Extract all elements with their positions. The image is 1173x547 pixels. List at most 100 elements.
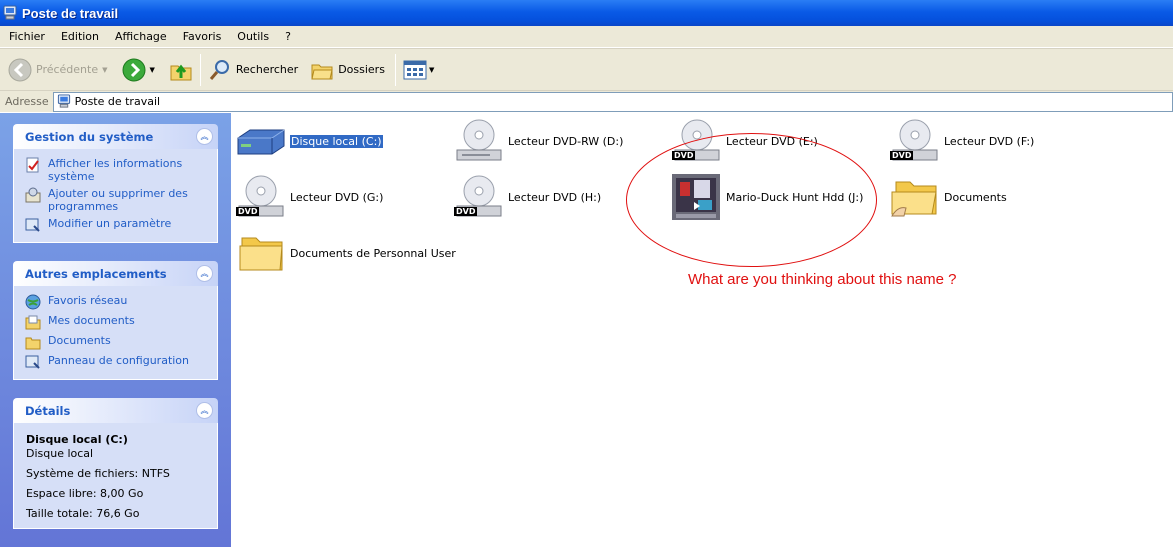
drive-item-g[interactable]: DVD Lecteur DVD (G:) — [236, 172, 383, 222]
dvd-drive-icon: DVD — [236, 172, 286, 222]
network-places-link[interactable]: Favoris réseau — [25, 294, 209, 310]
drive-label-c: Disque local (C:) — [289, 133, 384, 149]
shared-folder-icon — [891, 181, 937, 217]
views-dropdown-icon[interactable]: ▼ — [429, 66, 434, 74]
dvd-badge: DVD — [454, 207, 478, 216]
change-setting-label: Modifier un paramètre — [48, 217, 172, 230]
annotation-ellipse — [626, 133, 877, 267]
details-body: Disque local (C:) Disque local Système d… — [13, 423, 218, 529]
back-arrow-icon — [8, 58, 32, 81]
my-documents-icon — [25, 315, 41, 330]
menu-edition[interactable]: Edition — [52, 30, 106, 43]
back-label: Précédente — [36, 63, 99, 76]
up-folder-button[interactable] — [165, 52, 197, 88]
back-dropdown-icon[interactable]: ▼ — [102, 66, 107, 74]
details-header[interactable]: Détails ︽ — [13, 398, 218, 423]
folder-label-documents: Documents — [944, 190, 1007, 204]
drive-label-d: Lecteur DVD-RW (D:) — [508, 134, 624, 148]
documents-link[interactable]: Documents — [25, 334, 209, 350]
change-setting-link[interactable]: Modifier un paramètre — [25, 217, 209, 233]
drive-item-h[interactable]: DVD Lecteur DVD (H:) — [454, 172, 601, 222]
views-icon — [403, 60, 427, 79]
menu-favoris[interactable]: Favoris — [174, 30, 229, 43]
collapse-chevron-icon[interactable]: ︽ — [196, 128, 213, 145]
menu-help[interactable]: ? — [276, 30, 298, 43]
folder-icon — [25, 337, 41, 350]
task-pane: Gestion du système ︽ Afficher les inform… — [0, 113, 231, 547]
menu-outils[interactable]: Outils — [228, 30, 276, 43]
my-computer-icon — [57, 94, 70, 108]
system-tasks-title: Gestion du système — [25, 129, 154, 144]
system-info-link[interactable]: Afficher les informations système — [25, 157, 209, 183]
folder-item-personnal-user[interactable]: Documents de Personnal User — [236, 228, 456, 278]
address-bar: Adresse Poste de travail — [0, 90, 1173, 112]
drive-label-f: Lecteur DVD (F:) — [944, 134, 1035, 148]
address-value: Poste de travail — [74, 95, 161, 108]
window-title: Poste de travail — [22, 5, 119, 21]
toolbar: Précédente ▼ ▼ Rechercher Dossiers ▼ — [0, 48, 1173, 90]
other-places-panel: Autres emplacements ︽ Favoris réseau Mes… — [13, 261, 218, 380]
search-button[interactable]: Rechercher — [204, 52, 302, 88]
system-tasks-body: Afficher les informations système Ajoute… — [13, 149, 218, 243]
details-total-size: Taille totale: 76,6 Go — [26, 507, 140, 520]
folders-button[interactable]: Dossiers — [306, 52, 389, 88]
dvd-drive-icon: DVD — [890, 116, 940, 166]
other-places-header[interactable]: Autres emplacements ︽ — [13, 261, 218, 286]
folder-item-documents[interactable]: Documents — [890, 172, 1007, 222]
my-computer-icon — [3, 5, 17, 20]
drive-item-f[interactable]: DVD Lecteur DVD (F:) — [890, 116, 1034, 166]
details-free-space: Espace libre: 8,00 Go — [26, 487, 144, 500]
annotation-text: What are you thinking about this name ? — [688, 271, 957, 288]
address-field[interactable]: Poste de travail — [52, 91, 1173, 112]
control-panel-link[interactable]: Panneau de configuration — [25, 354, 209, 370]
toolbar-separator — [394, 53, 396, 86]
menu-affichage[interactable]: Affichage — [106, 30, 174, 43]
dvd-rw-drive-icon — [454, 116, 504, 166]
folders-icon — [311, 64, 333, 79]
forward-arrow-icon — [122, 58, 145, 81]
my-documents-label: Mes documents — [48, 314, 135, 327]
network-places-label: Favoris réseau — [48, 294, 128, 307]
system-tasks-header[interactable]: Gestion du système ︽ — [13, 124, 218, 149]
details-title: Détails — [25, 403, 71, 418]
control-panel-icon — [25, 218, 40, 232]
address-label: Adresse — [5, 95, 49, 108]
drive-item-d[interactable]: Lecteur DVD-RW (D:) — [454, 116, 623, 166]
folder-label-personnal-user: Documents de Personnal User — [290, 246, 456, 260]
toolbar-separator — [199, 53, 201, 86]
menu-fichier[interactable]: Fichier — [0, 30, 52, 43]
drive-label-g: Lecteur DVD (G:) — [290, 190, 384, 204]
documents-label: Documents — [48, 334, 111, 347]
hard-drive-icon — [237, 129, 285, 155]
control-panel-label: Panneau de configuration — [48, 354, 190, 367]
views-button[interactable]: ▼ — [399, 52, 444, 88]
drive-item-c[interactable]: Disque local (C:) — [236, 116, 384, 166]
add-remove-programs-icon — [25, 187, 41, 203]
collapse-chevron-icon[interactable]: ︽ — [196, 402, 213, 419]
other-places-body: Favoris réseau Mes documents Documents P… — [13, 286, 218, 380]
menu-bar: Fichier Edition Affichage Favoris Outils… — [0, 26, 1173, 48]
forward-dropdown-icon[interactable]: ▼ — [150, 66, 155, 74]
dvd-badge: DVD — [890, 151, 914, 160]
details-filesystem: Système de fichiers: NTFS — [26, 467, 170, 480]
details-drive-name: Disque local (C:) — [26, 433, 128, 446]
details-panel: Détails ︽ Disque local (C:) Disque local… — [13, 398, 218, 529]
forward-button[interactable]: ▼ — [118, 52, 165, 88]
control-panel-icon — [25, 355, 40, 369]
dvd-drive-icon: DVD — [454, 172, 504, 222]
system-info-icon — [26, 157, 39, 173]
search-icon — [209, 59, 229, 80]
my-documents-link[interactable]: Mes documents — [25, 314, 209, 330]
dvd-badge: DVD — [236, 207, 260, 216]
add-remove-programs-label: Ajouter ou supprimer des programmes — [48, 187, 188, 213]
system-info-label: Afficher les informations système — [48, 157, 183, 183]
network-globe-icon — [25, 294, 41, 310]
drive-label-h: Lecteur DVD (H:) — [508, 190, 602, 204]
folder-icon — [239, 237, 283, 271]
add-remove-programs-link[interactable]: Ajouter ou supprimer des programmes — [25, 187, 209, 213]
folders-label: Dossiers — [338, 63, 385, 76]
collapse-chevron-icon[interactable]: ︽ — [196, 265, 213, 282]
details-drive-type: Disque local — [26, 447, 94, 460]
system-tasks-panel: Gestion du système ︽ Afficher les inform… — [13, 124, 218, 243]
back-button[interactable]: Précédente ▼ — [4, 52, 118, 88]
